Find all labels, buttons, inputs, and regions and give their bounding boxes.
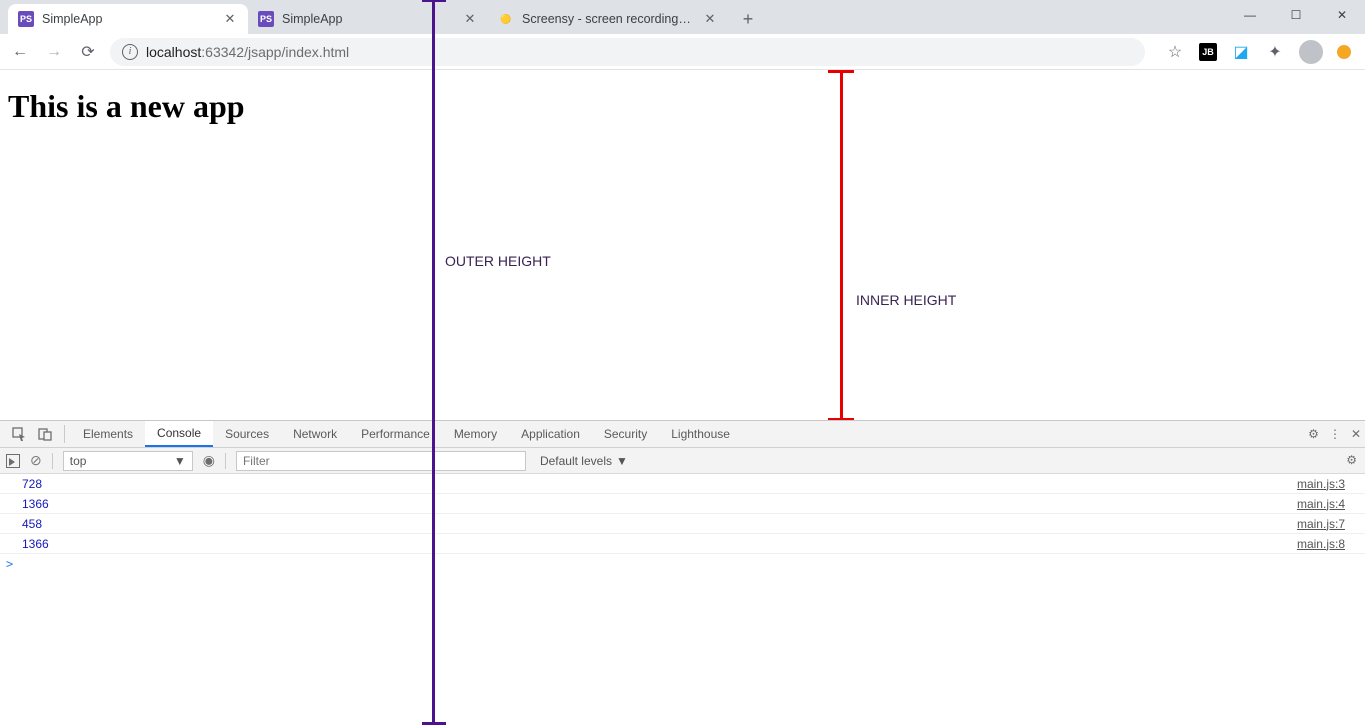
favicon-ps-icon: PS [18, 11, 34, 27]
console-filter-input[interactable] [236, 451, 526, 471]
url-text: localhost:63342/jsapp/index.html [146, 44, 349, 60]
device-toolbar-icon[interactable] [32, 421, 58, 447]
alert-dot-icon[interactable] [1337, 45, 1351, 59]
devtools-tab-security[interactable]: Security [592, 421, 659, 447]
url-port: :63342 [201, 44, 244, 60]
browser-tab-1[interactable]: PS SimpleApp ✕ [248, 4, 488, 34]
separator [52, 453, 53, 469]
page-heading: This is a new app [0, 70, 1365, 143]
console-row[interactable]: 1366 main.js:4 [0, 494, 1365, 514]
tab-title: SimpleApp [42, 12, 214, 26]
console-row[interactable]: 458 main.js:7 [0, 514, 1365, 534]
devtools-tab-performance[interactable]: Performance [349, 421, 442, 447]
viewport: This is a new app INNER HEIGHT Elements … [0, 70, 1365, 726]
devtools-tab-network[interactable]: Network [281, 421, 349, 447]
forward-button[interactable]: → [42, 40, 66, 64]
devtools-tab-console[interactable]: Console [145, 421, 213, 447]
console-output: 728 main.js:3 1366 main.js:4 458 main.js… [0, 474, 1365, 726]
browser-tab-0[interactable]: PS SimpleApp ✕ [8, 4, 248, 34]
close-tab-icon[interactable]: ✕ [702, 11, 718, 27]
console-row[interactable]: 1366 main.js:8 [0, 534, 1365, 554]
outer-height-cap-top [422, 0, 446, 2]
inner-height-label: INNER HEIGHT [856, 292, 956, 308]
outer-height-line [432, 0, 435, 724]
close-tab-icon[interactable]: ✕ [222, 11, 238, 27]
context-label: top [70, 454, 87, 468]
devtools-tab-elements[interactable]: Elements [71, 421, 145, 447]
devtools-tabbar: Elements Console Sources Network Perform… [0, 421, 1365, 448]
log-levels-selector[interactable]: Default levels ▼ [540, 454, 628, 468]
back-button[interactable]: ← [8, 40, 32, 64]
devtools-tab-application[interactable]: Application [509, 421, 592, 447]
window-controls: — ☐ ✕ [1227, 0, 1365, 34]
console-sidebar-toggle-icon[interactable] [6, 454, 20, 468]
devtools-close-icon[interactable]: ✕ [1351, 427, 1361, 441]
favicon-ps-icon: PS [258, 11, 274, 27]
tab-title: Screensy - screen recording - Chr [522, 12, 694, 26]
browser-tab-2[interactable]: 🟡 Screensy - screen recording - Chr ✕ [488, 4, 728, 34]
tab-title: SimpleApp [282, 12, 454, 26]
outer-height-cap-bot [422, 722, 446, 725]
extension-blue-icon[interactable]: ◪ [1231, 42, 1251, 62]
devtools-tab-memory[interactable]: Memory [442, 421, 509, 447]
console-value: 1366 [22, 497, 1297, 511]
minimize-button[interactable]: — [1227, 0, 1273, 30]
url-path: /jsapp/index.html [244, 44, 349, 60]
reload-button[interactable]: ⟳ [76, 40, 100, 64]
bookmark-star-icon[interactable]: ☆ [1165, 42, 1185, 62]
separator [225, 453, 226, 469]
outer-height-label: OUTER HEIGHT [445, 253, 551, 269]
close-window-button[interactable]: ✕ [1319, 0, 1365, 30]
profile-avatar-icon[interactable] [1299, 40, 1323, 64]
console-settings-icon[interactable]: ⚙ [1346, 453, 1357, 467]
console-source-link[interactable]: main.js:3 [1297, 477, 1365, 491]
live-expression-icon[interactable]: ◉ [203, 452, 215, 469]
url-host: localhost [146, 44, 201, 60]
execution-context-selector[interactable]: top ▼ [63, 451, 193, 471]
toolbar-icons: ☆ JB ◪ ✦ [1155, 40, 1357, 64]
devtools-tab-lighthouse[interactable]: Lighthouse [659, 421, 742, 447]
favicon-generic-icon: 🟡 [498, 11, 514, 27]
inspect-element-icon[interactable] [6, 421, 32, 447]
console-prompt[interactable]: > [0, 554, 1365, 574]
page-content: This is a new app [0, 70, 1365, 420]
console-value: 458 [22, 517, 1297, 531]
devtools-panel: Elements Console Sources Network Perform… [0, 420, 1365, 726]
console-value: 728 [22, 477, 1297, 491]
omnibox[interactable]: i localhost:63342/jsapp/index.html [110, 38, 1145, 66]
console-source-link[interactable]: main.js:4 [1297, 497, 1365, 511]
address-bar: ← → ⟳ i localhost:63342/jsapp/index.html… [0, 34, 1365, 70]
site-info-icon[interactable]: i [122, 44, 138, 60]
inner-height-line [840, 70, 843, 420]
console-source-link[interactable]: main.js:7 [1297, 517, 1365, 531]
dropdown-triangle-icon: ▼ [174, 454, 186, 468]
console-value: 1366 [22, 537, 1297, 551]
console-toolbar: ⊘ top ▼ ◉ Default levels ▼ ⚙ [0, 448, 1365, 474]
extensions-puzzle-icon[interactable]: ✦ [1265, 42, 1285, 62]
inner-height-cap-top [828, 70, 854, 73]
devtools-tab-sources[interactable]: Sources [213, 421, 281, 447]
devtools-menu-icon[interactable]: ⋮ [1329, 427, 1341, 441]
console-source-link[interactable]: main.js:8 [1297, 537, 1365, 551]
maximize-button[interactable]: ☐ [1273, 0, 1319, 30]
dropdown-triangle-icon: ▼ [616, 454, 628, 468]
close-tab-icon[interactable]: ✕ [462, 11, 478, 27]
separator [64, 425, 65, 443]
jetbrains-extension-icon[interactable]: JB [1199, 43, 1217, 61]
new-tab-button[interactable]: + [734, 5, 762, 33]
tab-bar: PS SimpleApp ✕ PS SimpleApp ✕ 🟡 Screensy… [0, 0, 1365, 34]
devtools-settings-icon[interactable]: ⚙ [1308, 427, 1319, 441]
levels-label: Default levels [540, 454, 612, 468]
console-row[interactable]: 728 main.js:3 [0, 474, 1365, 494]
clear-console-icon[interactable]: ⊘ [30, 452, 42, 469]
